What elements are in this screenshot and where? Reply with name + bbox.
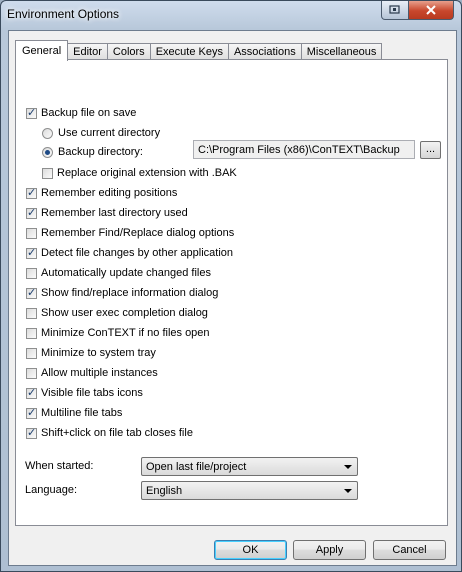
checkbox-label: Show find/replace information dialog xyxy=(41,287,219,299)
cancel-button[interactable]: Cancel xyxy=(373,540,446,560)
close-button[interactable] xyxy=(408,1,454,20)
option-checkbox[interactable]: Remember editing positions xyxy=(26,186,177,200)
checkbox-label: Replace original extension with .BAK xyxy=(57,167,237,179)
checkbox-box[interactable] xyxy=(26,246,37,259)
checkbox-box[interactable] xyxy=(26,406,37,419)
checkbox-label: Show user exec completion dialog xyxy=(41,307,208,319)
option-checkbox[interactable]: Visible file tabs icons xyxy=(26,386,143,400)
window-title: Environment Options xyxy=(7,7,120,21)
checkbox-label: Automatically update changed files xyxy=(41,267,211,279)
checkbox-box[interactable] xyxy=(26,286,37,299)
backup-directory-field[interactable]: C:\Program Files (x86)\ConTEXT\Backup xyxy=(193,140,415,159)
checkbox-box[interactable] xyxy=(26,386,37,399)
backup-file-on-save-checkbox[interactable]: Backup file on save xyxy=(26,106,136,120)
replace-extension-checkbox[interactable]: Replace original extension with .BAK xyxy=(42,166,237,180)
when-started-dropdown[interactable]: Open last file/project xyxy=(141,457,358,476)
language-value: English xyxy=(146,485,183,497)
browse-button[interactable]: ... xyxy=(420,141,441,159)
checkbox-label: Remember editing positions xyxy=(41,187,178,199)
radio-label: Backup directory: xyxy=(58,146,143,158)
option-checkbox[interactable]: Detect file changes by other application xyxy=(26,246,233,260)
ok-button[interactable]: OK xyxy=(214,540,287,560)
dialog-client-area: General Editor Colors Execute Keys Assoc… xyxy=(8,30,457,566)
checkbox-box[interactable] xyxy=(26,367,37,379)
when-started-value: Open last file/project xyxy=(146,461,247,473)
option-checkbox[interactable]: Allow multiple instances xyxy=(26,366,158,380)
radio-circle[interactable] xyxy=(42,146,53,158)
checkbox-box[interactable] xyxy=(26,307,37,319)
chevron-down-icon xyxy=(344,489,352,493)
checkbox-label: Backup file on save xyxy=(41,107,137,119)
tab-strip: General Editor Colors Execute Keys Assoc… xyxy=(15,40,383,61)
help-button[interactable] xyxy=(381,1,409,20)
checkbox-label: Remember Find/Replace dialog options xyxy=(41,227,235,239)
help-icon xyxy=(389,5,400,14)
option-checkbox[interactable]: Show find/replace information dialog xyxy=(26,286,218,300)
option-checkbox[interactable]: Multiline file tabs xyxy=(26,406,122,420)
option-checkbox[interactable]: Shift+click on file tab closes file xyxy=(26,426,193,440)
close-icon xyxy=(426,5,436,15)
checkbox-box[interactable] xyxy=(26,347,37,359)
checkbox-box[interactable] xyxy=(26,186,37,199)
language-dropdown[interactable]: English xyxy=(141,481,358,500)
language-label-text: Language: xyxy=(25,484,77,496)
checkbox-label: Detect file changes by other application xyxy=(41,247,234,259)
checkbox-label: Allow multiple instances xyxy=(41,367,158,379)
option-checkbox[interactable]: Minimize ConTEXT if no files open xyxy=(26,326,210,340)
radio-circle[interactable] xyxy=(42,127,53,139)
option-checkbox[interactable]: Remember last directory used xyxy=(26,206,188,220)
checkbox-box[interactable] xyxy=(26,327,37,339)
use-current-directory-radio[interactable]: Use current directory xyxy=(42,126,160,140)
tab-general[interactable]: General xyxy=(15,40,69,61)
checkbox-label: Remember last directory used xyxy=(41,207,188,219)
option-checkbox[interactable]: Minimize to system tray xyxy=(26,346,156,360)
checkbox-label: Multiline file tabs xyxy=(41,407,123,419)
apply-button[interactable]: Apply xyxy=(293,540,366,560)
checkbox-box[interactable] xyxy=(26,206,37,219)
language-label: Language: xyxy=(25,484,77,496)
title-bar: Environment Options xyxy=(1,1,461,29)
checkbox-label: Visible file tabs icons xyxy=(41,387,143,399)
when-started-label: When started: xyxy=(25,460,93,472)
checkbox-label: Minimize ConTEXT if no files open xyxy=(41,327,210,339)
option-checkbox[interactable]: Remember Find/Replace dialog options xyxy=(26,226,234,240)
checkbox-label: Shift+click on file tab closes file xyxy=(41,427,193,439)
backup-directory-radio[interactable]: Backup directory: xyxy=(42,145,143,159)
checkbox-box[interactable] xyxy=(26,267,37,279)
when-started-label-text: When started: xyxy=(25,460,94,472)
checkbox-box[interactable] xyxy=(26,426,37,439)
checkbox-box[interactable] xyxy=(42,167,53,179)
environment-options-window: Environment Options General Editor Color… xyxy=(0,0,462,572)
option-checkbox[interactable]: Show user exec completion dialog xyxy=(26,306,208,320)
radio-label: Use current directory xyxy=(58,127,161,139)
checkbox-box[interactable] xyxy=(26,227,37,239)
chevron-down-icon xyxy=(344,465,352,469)
general-panel: Backup file on save Use current director… xyxy=(15,59,448,526)
option-checkbox[interactable]: Automatically update changed files xyxy=(26,266,211,280)
checkbox-label: Minimize to system tray xyxy=(41,347,156,359)
checkbox-box[interactable] xyxy=(26,106,37,119)
